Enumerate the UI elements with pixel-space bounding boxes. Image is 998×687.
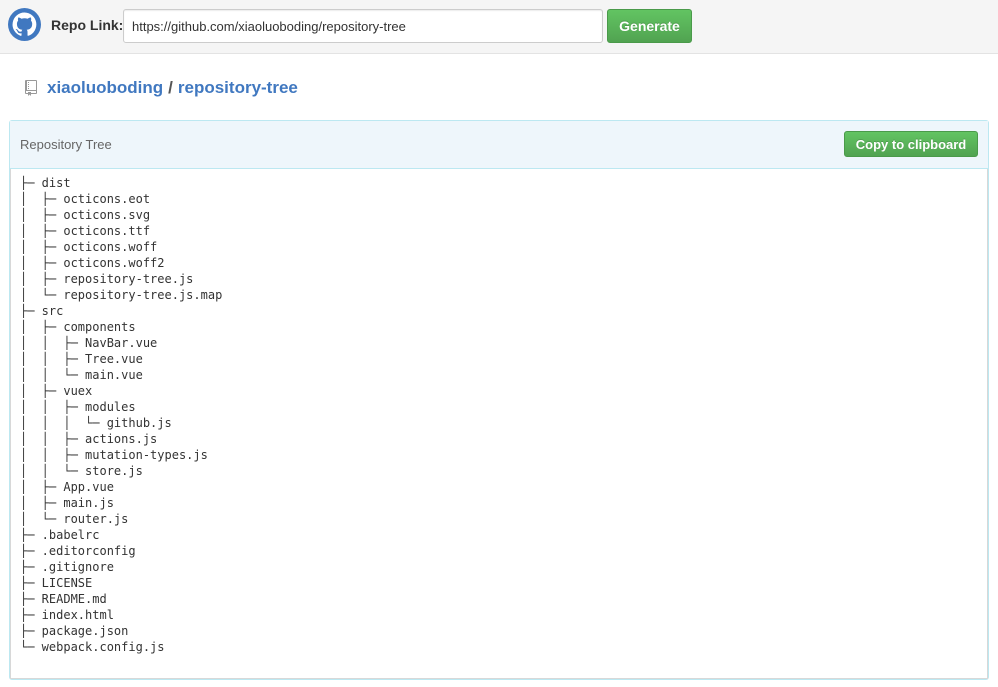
- repo-book-icon: [25, 80, 37, 96]
- tree-line: │ │ ├─ modules: [20, 400, 136, 414]
- generate-button[interactable]: Generate: [607, 9, 692, 43]
- tree-line: ├─ README.md: [20, 592, 107, 606]
- tree-line: ├─ index.html: [20, 608, 114, 622]
- tree-line: │ ├─ octicons.svg: [20, 208, 151, 222]
- tree-line: │ ├─ octicons.woff2: [20, 256, 165, 270]
- tree-output-box[interactable]: ├─ dist │ ├─ octicons.eot │ ├─ octicons.sv…: [10, 169, 988, 679]
- tree-line: │ │ ├─ NavBar.vue: [20, 336, 158, 350]
- tree-line: │ ├─ App.vue: [20, 480, 114, 494]
- repo-title: xiaoluoboding / repository-tree: [24, 78, 298, 98]
- tree-line: │ └─ repository-tree.js.map: [20, 288, 223, 302]
- repo-owner-link[interactable]: xiaoluoboding: [47, 78, 163, 98]
- tree-line: ├─ .gitignore: [20, 560, 114, 574]
- panel-body: ├─ dist │ ├─ octicons.eot │ ├─ octicons.sv…: [10, 169, 988, 679]
- tree-text: ├─ dist │ ├─ octicons.eot │ ├─ octicons.sv…: [20, 175, 222, 655]
- tree-line: │ └─ router.js: [20, 512, 129, 526]
- copy-to-clipboard-button[interactable]: Copy to clipboard: [844, 131, 978, 157]
- panel-title: Repository Tree: [20, 137, 112, 152]
- tree-line: ├─ src: [20, 304, 64, 318]
- top-bar: Repo Link: Generate: [0, 0, 998, 54]
- repo-link-input[interactable]: [123, 9, 603, 43]
- tree-line: │ ├─ octicons.ttf: [20, 224, 151, 238]
- tree-line: └─ webpack.config.js: [20, 640, 165, 654]
- tree-line: ├─ dist: [20, 176, 71, 190]
- repo-name-link[interactable]: repository-tree: [178, 78, 298, 98]
- panel-header: Repository Tree Copy to clipboard: [10, 121, 988, 169]
- tree-line: ├─ LICENSE: [20, 576, 93, 590]
- tree-line: │ │ └─ store.js: [20, 464, 143, 478]
- tree-line: ├─ package.json: [20, 624, 129, 638]
- repository-tree-panel: Repository Tree Copy to clipboard ├─ dis…: [9, 120, 989, 680]
- tree-line: │ │ ├─ mutation-types.js: [20, 448, 208, 462]
- tree-line: ├─ .babelrc: [20, 528, 100, 542]
- repo-link-label: Repo Link:: [51, 17, 124, 33]
- tree-line: │ ├─ components: [20, 320, 136, 334]
- tree-line: │ │ │ └─ github.js: [20, 416, 172, 430]
- tree-line: │ ├─ main.js: [20, 496, 114, 510]
- tree-line: │ │ ├─ Tree.vue: [20, 352, 143, 366]
- tree-line: │ ├─ repository-tree.js: [20, 272, 194, 286]
- tree-line: ├─ .editorconfig: [20, 544, 136, 558]
- tree-line: │ ├─ vuex: [20, 384, 93, 398]
- tree-line: │ ├─ octicons.woff: [20, 240, 158, 254]
- github-octocat-icon[interactable]: [8, 8, 41, 41]
- tree-line: │ │ └─ main.vue: [20, 368, 143, 382]
- tree-line: │ │ ├─ actions.js: [20, 432, 158, 446]
- tree-line: │ ├─ octicons.eot: [20, 192, 151, 206]
- repo-separator: /: [168, 78, 173, 97]
